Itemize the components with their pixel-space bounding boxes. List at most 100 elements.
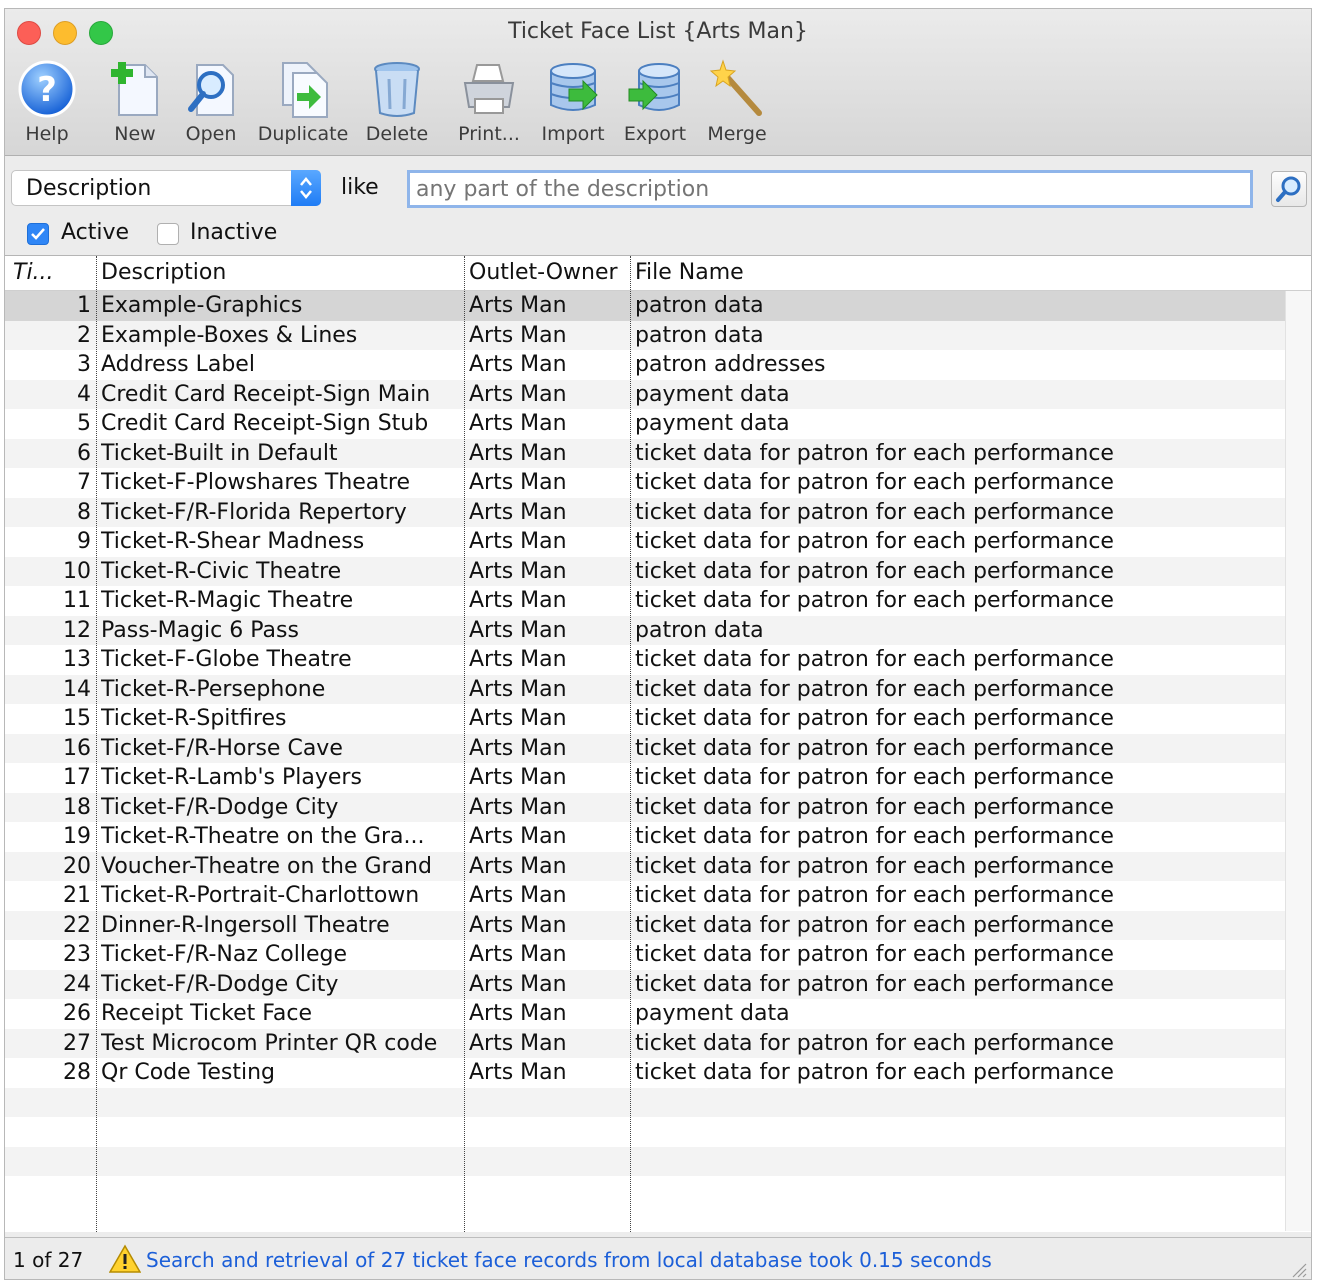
- cell-file-name: patron data: [635, 322, 764, 348]
- table-row[interactable]: 19 Ticket-R-Theatre on the Gra... Arts Man…: [5, 822, 1285, 852]
- resize-grip-icon[interactable]: [1291, 1262, 1307, 1278]
- table-row[interactable]: 6 Ticket-Built in Default Arts Man ticket d…: [5, 438, 1285, 468]
- open-button[interactable]: Open: [177, 59, 245, 145]
- cell-description: Dinner-R-Ingersoll Theatre: [101, 912, 390, 938]
- cell-file-name: ticket data for patron for each performa…: [635, 794, 1114, 820]
- cell-owner: Arts Man: [469, 883, 567, 908]
- table-row[interactable]: 1 Example-Graphics Arts Man patron data: [5, 291, 1285, 321]
- cell-owner: Arts Man: [469, 558, 567, 584]
- cell-id: 12: [63, 617, 91, 643]
- checkmark-icon: [31, 228, 45, 240]
- print-label: Print...: [458, 123, 520, 145]
- cell-file-name: ticket data for patron for each performa…: [635, 647, 1114, 672]
- duplicate-button[interactable]: Duplicate: [255, 59, 351, 145]
- active-checkbox[interactable]: [27, 223, 49, 245]
- cell-owner: Arts Man: [469, 942, 567, 967]
- table-row[interactable]: 20 Voucher-Theatre on the Grand Arts Man ti…: [5, 851, 1285, 881]
- table-row[interactable]: 9 Ticket-R-Shear Madness Arts Man ticket da…: [5, 527, 1285, 557]
- search-input[interactable]: [407, 170, 1253, 208]
- cell-description: Ticket-F/R-Naz College: [101, 942, 347, 967]
- vertical-scrollbar[interactable]: [1285, 291, 1311, 1231]
- cell-file-name: ticket data for patron for each performa…: [635, 529, 1114, 554]
- cell-id: 2: [77, 322, 91, 348]
- column-divider: [464, 256, 465, 1232]
- table-row[interactable]: 2 Example-Boxes & Lines Arts Man patron dat…: [5, 320, 1285, 350]
- title-bar: Ticket Face List {Arts Man} ? Help New O…: [5, 9, 1311, 156]
- import-button[interactable]: Import: [535, 59, 611, 145]
- table-row[interactable]: 16 Ticket-F/R-Horse Cave Arts Man ticket da…: [5, 733, 1285, 763]
- cell-file-name: ticket data for patron for each performa…: [635, 588, 1114, 613]
- new-document-icon: [111, 62, 158, 116]
- table-row[interactable]: 7 Ticket-F-Plowshares Theatre Arts Man tick…: [5, 468, 1285, 498]
- warning-icon: [109, 1244, 141, 1273]
- cell-owner: Arts Man: [469, 647, 567, 672]
- table-row[interactable]: 22 Dinner-R-Ingersoll Theatre Arts Man tick…: [5, 910, 1285, 940]
- cell-description: Ticket-R-Civic Theatre: [101, 558, 342, 584]
- new-button[interactable]: New: [101, 59, 169, 145]
- column-header-description[interactable]: Description: [101, 260, 226, 285]
- cell-file-name: ticket data for patron for each performa…: [635, 440, 1114, 466]
- table-row[interactable]: 23 Ticket-F/R-Naz College Arts Man ticket d…: [5, 940, 1285, 970]
- cell-owner: Arts Man: [469, 735, 567, 761]
- table-row[interactable]: 17 Ticket-R-Lamb's Players Arts Man ticket …: [5, 763, 1285, 793]
- export-button[interactable]: Export: [617, 59, 693, 145]
- merge-button[interactable]: Merge: [699, 59, 775, 145]
- cell-id: 6: [77, 440, 91, 466]
- record-count: 1 of 27: [13, 1248, 84, 1272]
- print-button[interactable]: Print...: [451, 59, 527, 145]
- active-checkbox-label: Active: [61, 220, 130, 245]
- column-header-file-name[interactable]: File Name: [635, 260, 744, 285]
- cell-id: 28: [63, 1060, 91, 1085]
- delete-button[interactable]: Delete: [361, 59, 433, 145]
- table-row[interactable]: 8 Ticket-F/R-Florida Repertory Arts Man tic…: [5, 497, 1285, 527]
- cell-file-name: ticket data for patron for each performa…: [635, 971, 1114, 997]
- cell-file-name: ticket data for patron for each performa…: [635, 499, 1114, 525]
- database-import-icon: [550, 63, 598, 111]
- table-row[interactable]: 14 Ticket-R-Persephone Arts Man ticket data…: [5, 674, 1285, 704]
- table-row[interactable]: 24 Ticket-F/R-Dodge City Arts Man ticket da…: [5, 969, 1285, 999]
- help-icon: ?: [18, 60, 76, 118]
- cell-owner: Arts Man: [469, 1001, 567, 1026]
- cell-id: 24: [63, 971, 91, 997]
- magic-wand-icon: [709, 59, 762, 116]
- table-row[interactable]: 10 Ticket-R-Civic Theatre Arts Man ticket d…: [5, 556, 1285, 586]
- export-label: Export: [623, 123, 687, 145]
- table-row[interactable]: 26 Receipt Ticket Face Arts Man payment dat…: [5, 999, 1285, 1029]
- table-row[interactable]: 18 Ticket-F/R-Dodge City Arts Man ticket da…: [5, 792, 1285, 822]
- column-header-owner[interactable]: Outlet-Owner: [469, 260, 618, 285]
- main-window: Ticket Face List {Arts Man} ? Help New O…: [4, 8, 1312, 1280]
- table-row[interactable]: 12 Pass-Magic 6 Pass Arts Man patron data: [5, 615, 1285, 645]
- table-row[interactable]: 4 Credit Card Receipt-Sign Main Arts Man pa…: [5, 379, 1285, 409]
- svg-text:?: ?: [37, 70, 57, 110]
- cell-file-name: ticket data for patron for each performa…: [635, 676, 1114, 702]
- cell-description: Example-Graphics: [101, 293, 303, 318]
- inactive-checkbox[interactable]: [157, 223, 179, 245]
- cell-description: Ticket-R-Lamb's Players: [101, 765, 362, 790]
- table-row[interactable]: 21 Ticket-R-Portrait-Charlottown Arts Man t…: [5, 881, 1285, 911]
- cell-file-name: ticket data for patron for each performa…: [635, 1060, 1114, 1085]
- table-row[interactable]: 3 Address Label Arts Man patron addresses: [5, 350, 1285, 380]
- table-row[interactable]: 27 Test Microcom Printer QR code Arts Man t…: [5, 1028, 1285, 1058]
- cell-owner: Arts Man: [469, 322, 567, 348]
- cell-description: Ticket-R-Portrait-Charlottown: [101, 883, 420, 908]
- cell-id: 19: [63, 824, 91, 849]
- cell-description: Receipt Ticket Face: [101, 1001, 312, 1026]
- cell-file-name: ticket data for patron for each performa…: [635, 765, 1114, 790]
- cell-description: Ticket-R-Magic Theatre: [101, 588, 354, 613]
- cell-description: Credit Card Receipt-Sign Main: [101, 381, 431, 407]
- table-row[interactable]: 5 Credit Card Receipt-Sign Stub Arts Man pa…: [5, 409, 1285, 439]
- cell-description: Ticket-F/R-Dodge City: [101, 971, 339, 997]
- search-field-select[interactable]: Description: [11, 170, 321, 206]
- column-header-id[interactable]: Ti...: [13, 260, 54, 285]
- cell-id: 1: [77, 293, 91, 318]
- cell-description: Address Label: [101, 352, 255, 377]
- table-row[interactable]: 28 Qr Code Testing Arts Man ticket data for…: [5, 1058, 1285, 1088]
- cell-description: Ticket-F-Plowshares Theatre: [101, 470, 411, 495]
- cell-owner: Arts Man: [469, 824, 567, 849]
- table-row[interactable]: 15 Ticket-R-Spitfires Arts Man ticket data …: [5, 704, 1285, 734]
- help-button[interactable]: ? Help: [13, 59, 81, 145]
- table-row[interactable]: 13 Ticket-F-Globe Theatre Arts Man ticket d…: [5, 645, 1285, 675]
- table-row[interactable]: 11 Ticket-R-Magic Theatre Arts Man ticket d…: [5, 586, 1285, 616]
- cell-file-name: patron addresses: [635, 352, 826, 377]
- search-button[interactable]: [1271, 171, 1307, 207]
